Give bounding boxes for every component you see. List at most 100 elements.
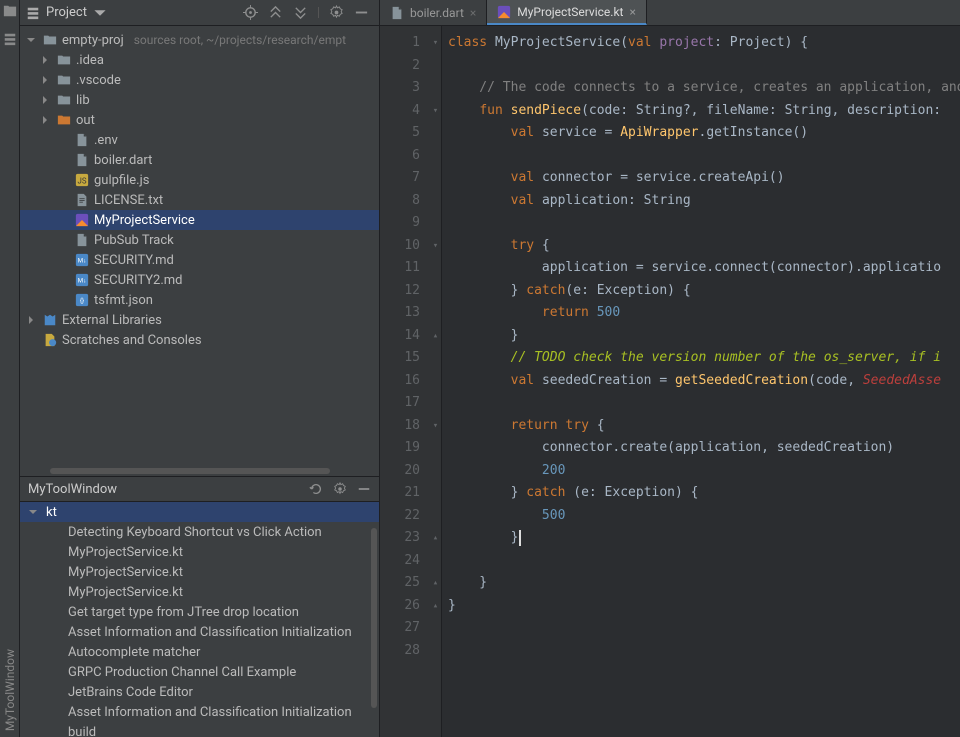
line-number[interactable]: 13 (380, 302, 420, 325)
tab-boiler[interactable]: boiler.dart× (380, 0, 487, 25)
line-number[interactable]: 19 (380, 437, 420, 460)
close-icon[interactable]: × (629, 5, 635, 19)
fold-marker[interactable] (430, 460, 441, 483)
toolwindow-item[interactable]: Asset Information and Classification Ini… (20, 622, 379, 642)
toolwindow-item[interactable]: JetBrains Code Editor (20, 682, 379, 702)
code-line[interactable]: connector.create(application, seededCrea… (448, 437, 960, 460)
line-number[interactable]: 11 (380, 257, 420, 280)
code-line[interactable]: class MyProjectService(val project: Proj… (448, 32, 960, 55)
fold-marker[interactable] (430, 617, 441, 640)
file-security2[interactable]: M↓SECURITY2.md (20, 270, 379, 290)
fold-marker[interactable] (430, 370, 441, 393)
toolwindow-item[interactable]: Get target type from JTree drop location (20, 602, 379, 622)
code-line[interactable]: } catch(e: Exception) { (448, 280, 960, 303)
file-security[interactable]: M↓SECURITY.md (20, 250, 379, 270)
line-number[interactable]: 4 (380, 100, 420, 123)
tab-myprojectservice[interactable]: MyProjectService.kt× (487, 0, 647, 25)
line-number[interactable]: 5 (380, 122, 420, 145)
fold-marker[interactable] (430, 257, 441, 280)
folder-out[interactable]: out (20, 110, 379, 130)
line-number[interactable]: 24 (380, 550, 420, 573)
toolwindow-item[interactable]: Asset Information and Classification Ini… (20, 702, 379, 722)
line-number[interactable]: 21 (380, 482, 420, 505)
toolwindow-item[interactable]: Detecting Keyboard Shortcut vs Click Act… (20, 522, 379, 542)
fold-marker[interactable] (430, 145, 441, 168)
code-line[interactable] (448, 392, 960, 415)
toolwindow-item[interactable]: MyProjectService.kt (20, 582, 379, 602)
code-line[interactable] (448, 212, 960, 235)
line-number[interactable]: 28 (380, 640, 420, 663)
fold-marker[interactable]: ▾ (430, 235, 441, 258)
code-line[interactable]: try { (448, 235, 960, 258)
gear-icon[interactable] (329, 5, 344, 20)
code-line[interactable]: } (448, 572, 960, 595)
file-pubsub[interactable]: PubSub Track (20, 230, 379, 250)
locate-icon[interactable] (243, 5, 258, 20)
close-icon[interactable]: × (470, 6, 476, 20)
code-line[interactable] (448, 640, 960, 663)
code-editor[interactable]: 1234567891011121314151617181920212223242… (380, 26, 960, 737)
code-line[interactable]: // The code connects to a service, creat… (448, 77, 960, 100)
toolwindow-item[interactable]: build (20, 722, 379, 737)
fold-marker[interactable] (430, 167, 441, 190)
code-line[interactable]: val seededCreation = getSeededCreation(c… (448, 370, 960, 393)
fold-gutter[interactable]: ▾▾▾▴▾▴▴▴ (430, 26, 442, 737)
line-number[interactable]: 10 (380, 235, 420, 258)
code-line[interactable]: 500 (448, 505, 960, 528)
line-number[interactable]: 2 (380, 55, 420, 78)
fold-marker[interactable] (430, 437, 441, 460)
folder-idea[interactable]: .idea (20, 50, 379, 70)
line-number[interactable]: 8 (380, 190, 420, 213)
minimize-icon[interactable] (357, 482, 371, 496)
line-number-gutter[interactable]: 1234567891011121314151617181920212223242… (380, 26, 430, 737)
code-line[interactable]: val service = ApiWrapper.getInstance() (448, 122, 960, 145)
folder-lib[interactable]: lib (20, 90, 379, 110)
project-tool-button[interactable] (3, 4, 17, 22)
fold-marker[interactable] (430, 550, 441, 573)
code-line[interactable]: val application: String (448, 190, 960, 213)
toolwindow-group-header[interactable]: kt (20, 502, 379, 522)
file-tsfmt[interactable]: {}tsfmt.json (20, 290, 379, 310)
file-license[interactable]: LICENSE.txt (20, 190, 379, 210)
gear-icon[interactable] (333, 482, 347, 496)
fold-marker[interactable] (430, 190, 441, 213)
folder-vscode[interactable]: .vscode (20, 70, 379, 90)
toolwindow-body[interactable]: kt Detecting Keyboard Shortcut vs Click … (20, 502, 379, 737)
expand-all-icon[interactable] (268, 5, 283, 20)
line-number[interactable]: 12 (380, 280, 420, 303)
code-line[interactable] (448, 617, 960, 640)
line-number[interactable]: 14 (380, 325, 420, 348)
fold-marker[interactable]: ▾ (430, 415, 441, 438)
code-line[interactable] (448, 55, 960, 78)
code-line[interactable] (448, 550, 960, 573)
fold-marker[interactable]: ▴ (430, 527, 441, 550)
line-number[interactable]: 15 (380, 347, 420, 370)
line-number[interactable]: 26 (380, 595, 420, 618)
file-myprojectservice[interactable]: MyProjectService (20, 210, 379, 230)
fold-marker[interactable] (430, 640, 441, 663)
toolwindow-item[interactable]: GRPC Production Channel Call Example (20, 662, 379, 682)
fold-marker[interactable]: ▾ (430, 100, 441, 123)
code-body[interactable]: class MyProjectService(val project: Proj… (442, 26, 960, 737)
code-line[interactable]: } (448, 325, 960, 348)
line-number[interactable]: 18 (380, 415, 420, 438)
fold-marker[interactable] (430, 505, 441, 528)
line-number[interactable]: 7 (380, 167, 420, 190)
file-gulpfile[interactable]: JSgulpfile.js (20, 170, 379, 190)
project-view-selector[interactable]: Project (26, 5, 107, 20)
tool-structure-button[interactable] (3, 32, 17, 50)
toolwindow-item[interactable]: Autocomplete matcher (20, 642, 379, 662)
code-line[interactable]: return 500 (448, 302, 960, 325)
refresh-icon[interactable] (309, 482, 323, 496)
project-tree[interactable]: empty-projsources root, ~/projects/resea… (20, 26, 379, 466)
external-libraries[interactable]: External Libraries (20, 310, 379, 330)
fold-marker[interactable] (430, 77, 441, 100)
code-line[interactable] (448, 145, 960, 168)
collapse-all-icon[interactable] (293, 5, 308, 20)
scratches[interactable]: Scratches and Consoles (20, 330, 379, 350)
line-number[interactable]: 17 (380, 392, 420, 415)
code-line[interactable]: } catch (e: Exception) { (448, 482, 960, 505)
fold-marker[interactable] (430, 347, 441, 370)
fold-marker[interactable] (430, 302, 441, 325)
toolwindow-item[interactable]: MyProjectService.kt (20, 562, 379, 582)
